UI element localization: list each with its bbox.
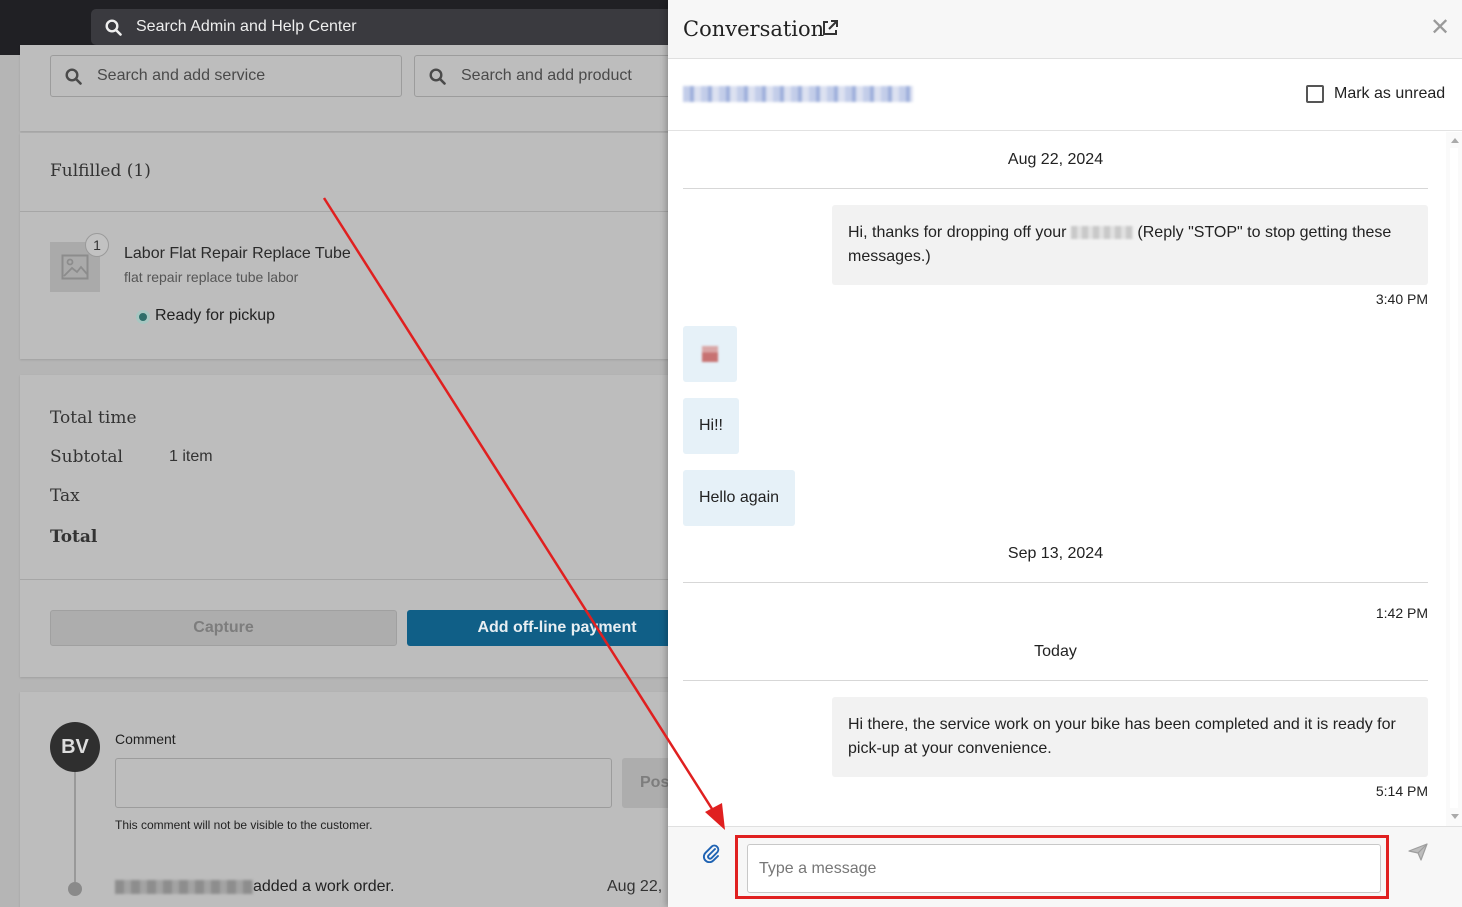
message-composer — [668, 826, 1462, 907]
external-link-icon[interactable] — [821, 19, 839, 37]
conversation-header: Conversation ✕ — [668, 0, 1462, 59]
status-indicator — [136, 310, 150, 324]
global-search-bar[interactable]: Search Admin and Help Center — [91, 9, 681, 45]
activity-text: added a work order. — [253, 878, 395, 895]
date-separator: Aug 22, 2024 — [1007, 151, 1104, 168]
conversation-title: Conversation — [683, 17, 825, 41]
search-service-placeholder: Search and add service — [97, 67, 266, 84]
total-label: Total — [50, 527, 98, 547]
date-divider — [683, 680, 1428, 681]
send-icon[interactable] — [1408, 843, 1428, 861]
redacted-user-name — [115, 879, 253, 894]
close-icon[interactable]: ✕ — [1430, 16, 1450, 40]
mark-as-unread-checkbox[interactable] — [1306, 85, 1324, 103]
incoming-message: Hi!! — [683, 398, 739, 454]
summary-card: Total time Subtotal 1 item Tax Total Cap… — [20, 375, 707, 677]
comment-input[interactable] — [115, 758, 612, 808]
outgoing-message: Hi there, the service work on your bike … — [832, 697, 1428, 777]
scroll-down-arrow[interactable] — [1451, 814, 1459, 819]
search-icon — [65, 67, 82, 85]
search-icon — [105, 18, 122, 36]
activity-entry: added a work order. — [115, 878, 394, 896]
message-input[interactable] — [747, 844, 1381, 893]
message-text: Hi, thanks for dropping off your — [848, 224, 1067, 241]
item-subtitle: flat repair replace tube labor — [124, 269, 299, 285]
comment-visibility-note: This comment will not be visible to the … — [115, 818, 373, 832]
redacted-word — [1070, 226, 1133, 240]
activity-date: Aug 22, — [607, 878, 663, 895]
timeline-dot — [68, 882, 82, 896]
image-placeholder-icon — [61, 254, 89, 280]
thread-scrollbar[interactable] — [1446, 132, 1462, 826]
search-service-input[interactable]: Search and add service — [50, 55, 402, 97]
incoming-image-message[interactable] — [683, 326, 737, 382]
conversation-panel: Conversation ✕ Mark as unread Aug 22, 20… — [668, 0, 1462, 907]
global-search-placeholder: Search Admin and Help Center — [136, 18, 357, 35]
redacted-contact-name — [683, 86, 913, 102]
divider — [20, 579, 680, 580]
comments-card: BV Comment Post This comment will not be… — [20, 692, 692, 907]
scroll-up-arrow[interactable] — [1451, 138, 1459, 143]
message-time: 1:42 PM — [1375, 605, 1428, 621]
message-time: 3:40 PM — [1375, 291, 1428, 307]
message-thread: Aug 22, 2024 Hi, thanks for dropping off… — [668, 132, 1462, 826]
image-attachment-thumbnail — [702, 346, 718, 362]
add-items-card: Search and add service Search and add pr… — [20, 45, 694, 131]
date-separator: Today — [1034, 643, 1077, 660]
item-status[interactable]: Ready for pickup — [155, 307, 275, 325]
capture-button[interactable]: Capture — [50, 610, 397, 646]
message-text: Hi there, the service work on your bike … — [848, 716, 1396, 757]
message-time: 5:14 PM — [1375, 783, 1428, 799]
outgoing-message: Hi, thanks for dropping off your (Reply … — [832, 205, 1428, 285]
fulfilled-title: Fulfilled (1) — [50, 161, 151, 181]
subtotal-label: Subtotal — [50, 447, 123, 467]
subtotal-value: 1 item — [169, 448, 213, 465]
total-time-label: Total time — [50, 408, 137, 428]
search-product-input[interactable]: Search and add product — [414, 55, 694, 97]
date-divider — [683, 582, 1428, 583]
quantity-badge: 1 — [85, 233, 109, 257]
date-separator: Sep 13, 2024 — [1007, 545, 1104, 562]
add-offline-payment-button[interactable]: Add off-line payment — [407, 610, 707, 646]
message-text: Hi!! — [699, 417, 723, 434]
contact-row: Mark as unread — [668, 59, 1462, 131]
avatar: BV — [50, 722, 100, 772]
mark-as-unread-label: Mark as unread — [1334, 85, 1446, 102]
scroll-thumb[interactable] — [1450, 148, 1458, 808]
work-order-page: Search and add service Search and add pr… — [0, 45, 707, 907]
date-divider — [683, 188, 1428, 189]
divider — [20, 211, 680, 212]
incoming-message: Hello again — [683, 470, 795, 526]
message-text: Hello again — [698, 489, 780, 506]
fulfilled-card: Fulfilled (1) 1 Labor Flat Repair Replac… — [20, 133, 680, 359]
comment-label: Comment — [115, 731, 176, 747]
search-icon — [429, 67, 446, 85]
timeline-line — [74, 772, 76, 882]
search-product-placeholder: Search and add product — [461, 67, 632, 84]
tax-label: Tax — [50, 486, 80, 506]
item-title[interactable]: Labor Flat Repair Replace Tube — [124, 245, 351, 263]
mark-as-unread-toggle[interactable]: Mark as unread — [1306, 85, 1445, 103]
paperclip-icon[interactable] — [702, 843, 720, 863]
